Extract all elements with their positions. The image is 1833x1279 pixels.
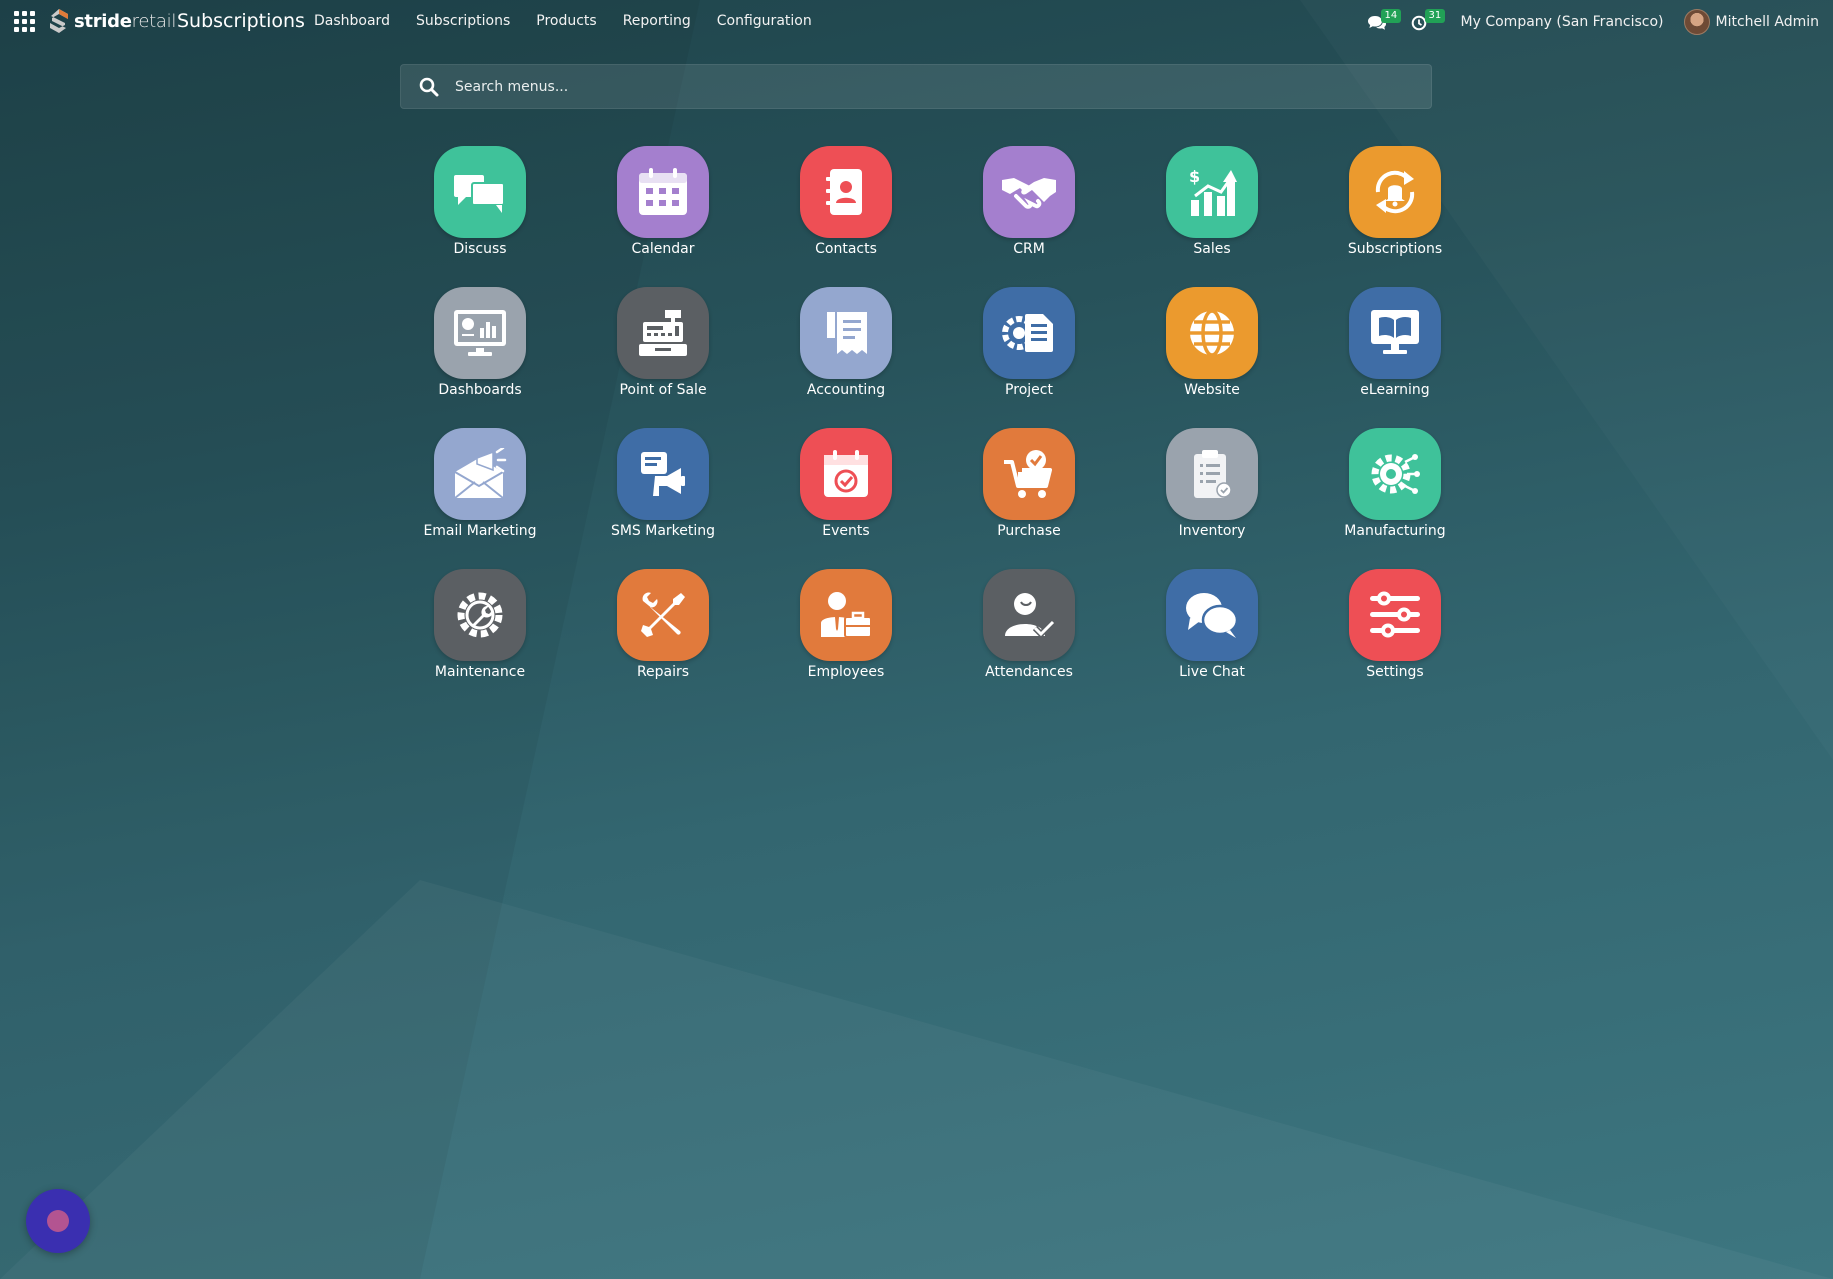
app-calendar[interactable]: Calendar (583, 146, 743, 257)
app-label: Dashboards (438, 382, 522, 398)
app-settings[interactable]: Settings (1315, 569, 1475, 680)
globe-icon (1166, 287, 1258, 379)
app-label: Settings (1366, 664, 1424, 680)
app-label: Events (822, 523, 870, 539)
handshake-icon (983, 146, 1075, 238)
clipboard-icon (1166, 428, 1258, 520)
stride-logo-icon (50, 9, 68, 33)
project-gear-icon (983, 287, 1075, 379)
calendar-icon (617, 146, 709, 238)
app-label: Repairs (636, 664, 690, 680)
app-label: Discuss (453, 241, 507, 257)
employee-briefcase-icon (800, 569, 892, 661)
app-email-marketing[interactable]: Email Marketing (400, 428, 560, 539)
sliders-icon (1349, 569, 1441, 661)
sales-chart-icon: $ (1166, 146, 1258, 238)
user-check-icon (983, 569, 1075, 661)
discuss-icon (434, 146, 526, 238)
tools-icon (617, 569, 709, 661)
app-label: Sales (1193, 241, 1231, 257)
company-switcher[interactable]: My Company (San Francisco) (1461, 14, 1664, 30)
app-label: Live Chat (1179, 664, 1245, 680)
app-accounting[interactable]: Accounting (766, 287, 926, 398)
app-maintenance[interactable]: Maintenance (400, 569, 560, 680)
app-label: Email Marketing (423, 523, 537, 539)
app-purchase[interactable]: Purchase (949, 428, 1109, 539)
menu-reporting[interactable]: Reporting (623, 13, 691, 29)
app-label: Employees (807, 664, 885, 680)
app-employees[interactable]: Employees (766, 569, 926, 680)
app-attendances[interactable]: Attendances (949, 569, 1109, 680)
app-manufacturing[interactable]: Manufacturing (1315, 428, 1475, 539)
search-bar (400, 64, 1432, 109)
app-sms-marketing[interactable]: SMS Marketing (583, 428, 743, 539)
menu-subscriptions[interactable]: Subscriptions (416, 13, 510, 29)
app-sales[interactable]: $ Sales (1132, 146, 1292, 257)
app-label: Manufacturing (1344, 523, 1446, 539)
app-label: Website (1184, 382, 1240, 398)
avatar (1683, 9, 1710, 35)
messages-badge: 14 (1380, 9, 1402, 23)
brand-logo[interactable]: strideretail (48, 8, 176, 34)
activities-badge: 31 (1424, 9, 1446, 23)
app-label: Accounting (806, 382, 886, 398)
chat-bubbles-icon (1166, 569, 1258, 661)
cash-register-icon (617, 287, 709, 379)
manufacturing-gear-icon (1349, 428, 1441, 520)
book-screen-icon (1349, 287, 1441, 379)
main-menu: Dashboard Subscriptions Products Reporti… (314, 13, 838, 29)
wrench-gear-icon (434, 569, 526, 661)
menu-configuration[interactable]: Configuration (717, 13, 812, 29)
app-project[interactable]: Project (949, 287, 1109, 398)
app-label: Contacts (815, 241, 877, 257)
brand-name: strideretail (74, 10, 177, 32)
app-live-chat[interactable]: Live Chat (1132, 569, 1292, 680)
app-title[interactable]: Subscriptions (177, 10, 305, 32)
app-inventory[interactable]: Inventory (1132, 428, 1292, 539)
app-events[interactable]: Events (766, 428, 926, 539)
user-name: Mitchell Admin (1715, 14, 1820, 30)
app-subscriptions[interactable]: Subscriptions (1315, 146, 1475, 257)
shopping-cart-icon (983, 428, 1075, 520)
app-point-of-sale[interactable]: Point of Sale (583, 287, 743, 398)
dashboard-monitor-icon (434, 287, 526, 379)
app-label: Project (1005, 382, 1053, 398)
app-label: eLearning (1360, 382, 1430, 398)
subscription-bell-icon (1349, 146, 1441, 238)
app-label: Inventory (1178, 523, 1246, 539)
search-icon (419, 77, 439, 96)
app-label: Attendances (985, 664, 1073, 680)
app-crm[interactable]: CRM (949, 146, 1109, 257)
app-label: Subscriptions (1347, 241, 1443, 257)
search-input[interactable] (453, 77, 1357, 96)
menu-dashboard[interactable]: Dashboard (314, 13, 390, 29)
app-label: Maintenance (434, 664, 526, 680)
contacts-icon (800, 146, 892, 238)
app-label: SMS Marketing (610, 523, 716, 539)
app-label: Point of Sale (619, 382, 707, 398)
messages-button[interactable]: 14 (1365, 9, 1402, 34)
app-discuss[interactable]: Discuss (400, 146, 560, 257)
user-menu[interactable]: Mitchell Admin (1683, 9, 1820, 35)
app-label: Purchase (997, 523, 1061, 539)
activities-button[interactable]: 31 (1409, 9, 1446, 34)
menu-products[interactable]: Products (536, 13, 596, 29)
app-website[interactable]: Website (1132, 287, 1292, 398)
app-dashboards[interactable]: Dashboards (400, 287, 560, 398)
svg-text:$: $ (1189, 167, 1200, 186)
app-elearning[interactable]: eLearning (1315, 287, 1475, 398)
top-navbar: strideretail Subscriptions Dashboard Sub… (0, 0, 1833, 44)
app-label: Calendar (631, 241, 695, 257)
app-label: CRM (1013, 241, 1045, 257)
app-repairs[interactable]: Repairs (583, 569, 743, 680)
chat-launcher-dot (47, 1210, 69, 1232)
receipt-icon (800, 287, 892, 379)
app-contacts[interactable]: Contacts (766, 146, 926, 257)
email-megaphone-icon (434, 428, 526, 520)
event-calendar-icon (800, 428, 892, 520)
chat-launcher-button[interactable] (26, 1189, 90, 1253)
app-grid-icon[interactable] (14, 11, 36, 32)
sms-megaphone-icon (617, 428, 709, 520)
systray: 14 31 My Company (San Francisco) Mitchel… (1365, 0, 1833, 44)
